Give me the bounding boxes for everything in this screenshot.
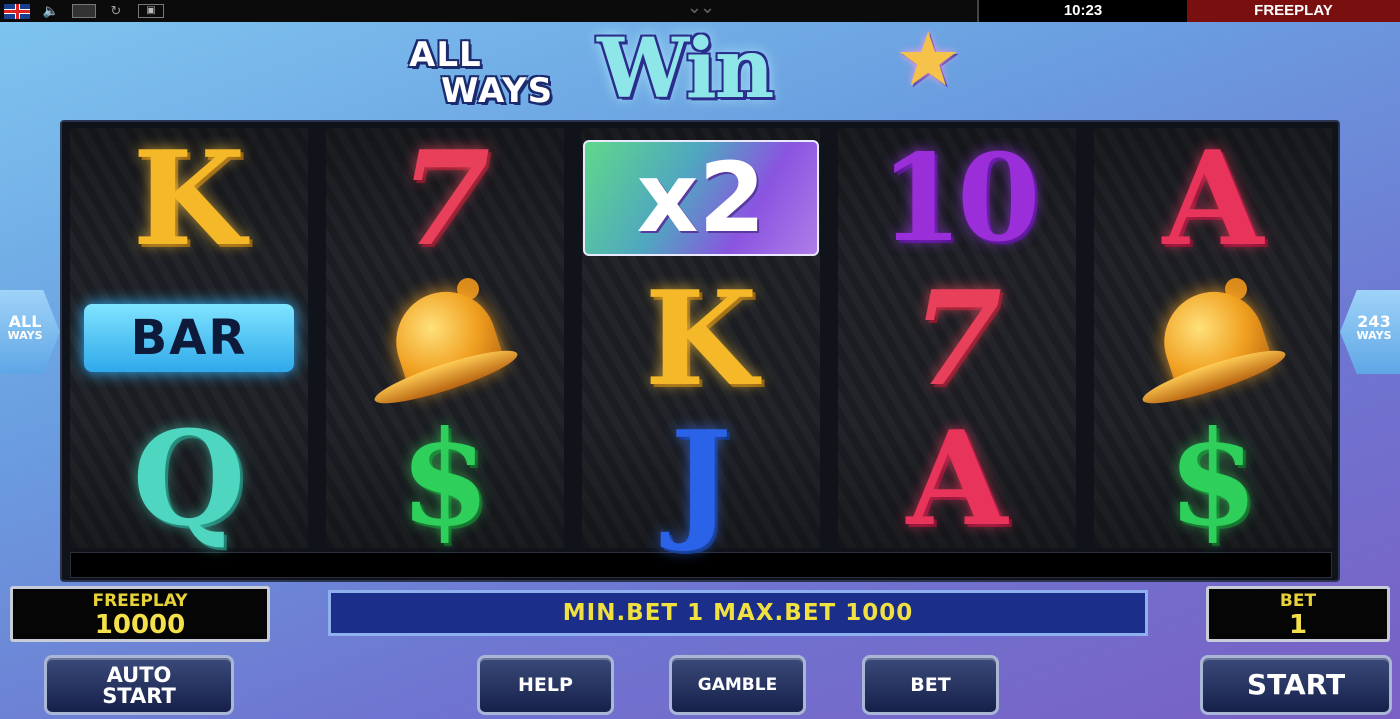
symbol-glyph: J	[670, 401, 732, 555]
fullscreen-icon[interactable]	[72, 4, 96, 18]
win-line-strip	[70, 552, 1332, 578]
symbol-glyph: Q	[132, 401, 246, 555]
symbol-glyph: $	[399, 401, 491, 555]
symbol-q: Q	[70, 402, 308, 555]
star-icon: ★	[895, 18, 962, 101]
ways-right-small: WAYS	[1356, 329, 1392, 342]
reel-area: A $10 7 Ax2 K J 7 $ K BAR Q	[60, 120, 1340, 582]
ways-indicator-right: 243 WAYS	[1340, 290, 1400, 374]
bet-button[interactable]: BET	[862, 655, 999, 715]
refresh-icon[interactable]: ↻	[104, 3, 128, 19]
credit-display: FREEPLAY 10000	[10, 586, 270, 642]
sound-icon[interactable]: 🔈	[38, 3, 64, 19]
logo-word-win: Win	[597, 21, 774, 117]
reel-4: 10 7 A	[838, 127, 1076, 555]
ways-left-big: ALL	[8, 312, 42, 331]
symbol-glyph: 7	[399, 121, 491, 275]
symbol-10: 10	[838, 127, 1076, 269]
symbol-glyph: 7	[911, 261, 1003, 415]
reel-2: 7 $	[326, 122, 564, 555]
symbol-multiplier: x2	[582, 128, 820, 268]
message-bar: MIN.BET 1 MAX.BET 1000	[328, 590, 1148, 636]
bet-display: BET 1	[1206, 586, 1390, 642]
symbol-glyph: A	[906, 401, 1008, 555]
bet-value: 1	[1288, 610, 1308, 640]
auto-start-button[interactable]: AUTO START	[44, 655, 234, 715]
chevron-down-icon[interactable]: ⌄⌄	[650, 0, 750, 20]
ways-right-big: 243	[1357, 312, 1391, 331]
logo-line-all: ALL	[409, 35, 482, 75]
symbol-dollar: $	[1094, 402, 1332, 555]
uk-flag-icon[interactable]	[4, 4, 30, 19]
freeplay-banner: FREEPLAY	[1187, 0, 1400, 22]
symbol-a: A	[838, 402, 1076, 555]
bet-label: BET	[1279, 591, 1317, 611]
multiplier-label: x2	[583, 140, 819, 256]
symbol-glyph: 10	[879, 127, 1041, 269]
symbol-7: 7	[326, 122, 564, 275]
ways-indicator-left: ALL WAYS	[0, 290, 60, 374]
clock: 10:23	[977, 0, 1187, 22]
ways-left-small: WAYS	[7, 329, 43, 342]
bar-symbol-label: BAR	[84, 304, 294, 372]
symbol-glyph: $	[1167, 401, 1259, 555]
start-button[interactable]: START	[1200, 655, 1392, 715]
reel-5: A $	[1094, 122, 1332, 555]
help-button[interactable]: HELP	[477, 655, 614, 715]
exit-icon[interactable]: ▣	[138, 4, 164, 18]
symbol-k: K	[582, 262, 820, 415]
reel-3: x2 K J	[582, 128, 820, 555]
credit-label: FREEPLAY	[92, 591, 188, 611]
symbol-7: 7	[838, 262, 1076, 415]
logo-line-ways: WAYS	[441, 71, 554, 111]
symbol-j: J	[582, 402, 820, 555]
symbol-glyph: A	[1162, 121, 1264, 275]
reel-1: K BAR Q	[70, 122, 308, 555]
symbol-a: A	[1094, 122, 1332, 275]
bell-icon	[326, 268, 564, 413]
auto-start-line2: START	[102, 684, 176, 708]
symbol-k: K	[70, 122, 308, 275]
gamble-button[interactable]: GAMBLE	[669, 655, 806, 715]
bell-icon	[1094, 268, 1332, 413]
auto-start-line1: AUTO	[106, 663, 172, 687]
symbol-dollar: $	[326, 402, 564, 555]
system-bar: 🔈 ↻ ▣ ⌄⌄ 10:23 FREEPLAY	[0, 0, 1400, 22]
game-logo: ALL WAYS Win ★	[405, 20, 1005, 115]
credit-value: 10000	[94, 610, 186, 640]
symbol-glyph: K	[132, 121, 246, 275]
symbol-glyph: K	[644, 261, 758, 415]
symbol-bar: BAR	[70, 268, 308, 408]
